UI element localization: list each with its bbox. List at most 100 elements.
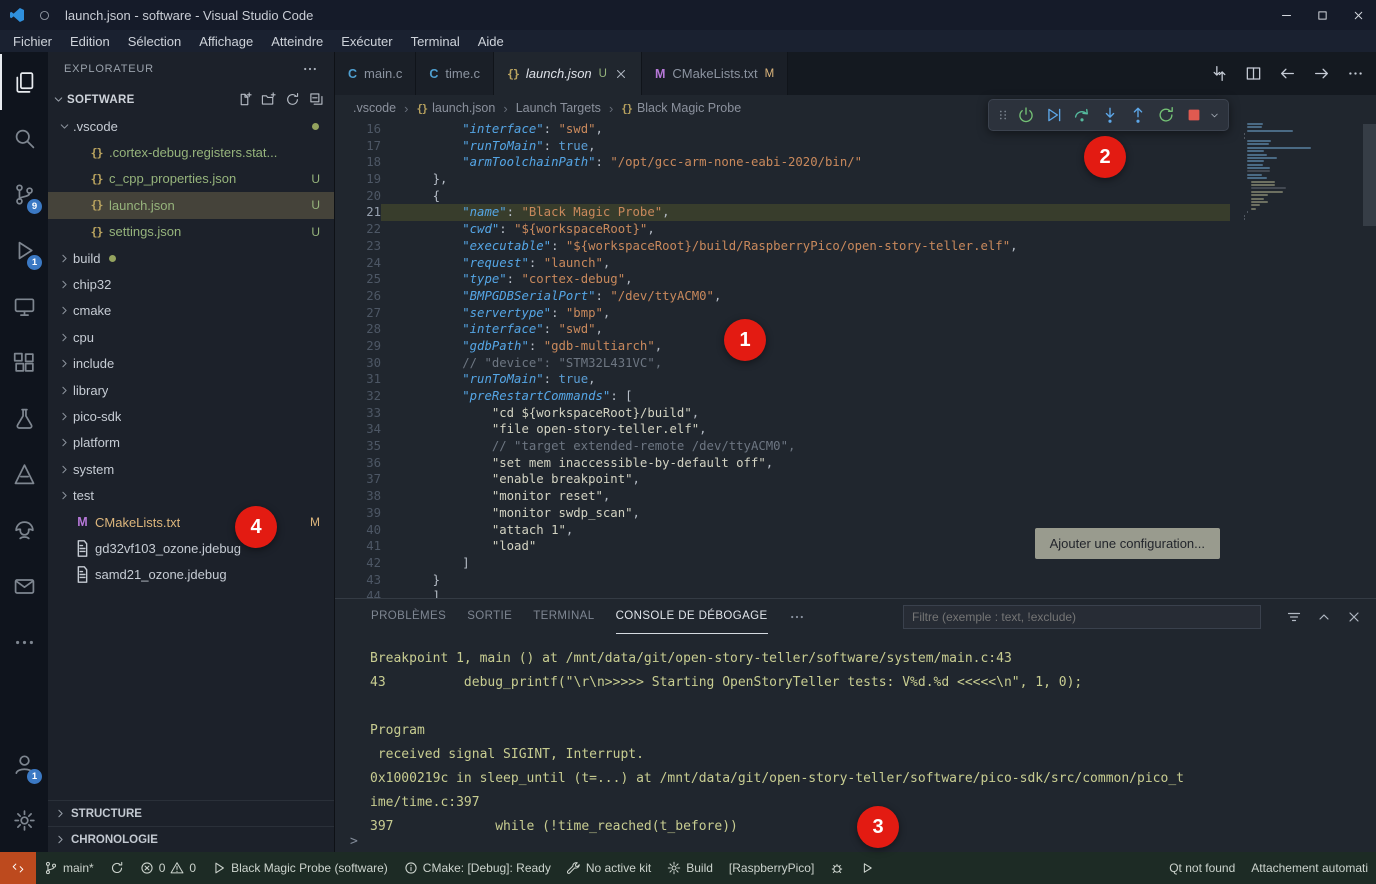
debug-step-into-button[interactable] — [1097, 103, 1123, 127]
menu-atteindre[interactable]: Atteindre — [262, 30, 332, 52]
tree-item-test[interactable]: test — [48, 482, 334, 508]
compare-changes-icon[interactable] — [1211, 65, 1228, 82]
more-editor-actions-icon[interactable] — [1347, 65, 1364, 82]
breadcrumb-vscode[interactable]: .vscode — [353, 101, 396, 115]
activity-accounts[interactable]: 1 — [0, 736, 48, 792]
tree-item-system[interactable]: system — [48, 456, 334, 482]
panel-tab-console-de-debogage[interactable]: CONSOLE DE DÉBOGAGE — [616, 599, 768, 634]
activity-cmake[interactable] — [0, 446, 48, 502]
debug-restart-button[interactable] — [1153, 103, 1179, 127]
menu-aide[interactable]: Aide — [469, 30, 513, 52]
status-cmake-debug[interactable] — [822, 852, 852, 884]
activity-more[interactable] — [0, 614, 48, 670]
console-prompt[interactable]: > — [350, 834, 358, 849]
status-sync[interactable] — [102, 852, 132, 884]
status-branch[interactable]: main* — [36, 852, 102, 884]
close-icon[interactable] — [614, 67, 628, 81]
panel-more-icon[interactable] — [789, 609, 805, 625]
split-editor-icon[interactable] — [1245, 65, 1262, 82]
breadcrumb-black-magic-probe[interactable]: {}Black Magic Probe — [621, 101, 741, 115]
status-auto-attach[interactable]: Attachement automati — [1243, 852, 1376, 884]
status-debug-target[interactable]: Black Magic Probe (software) — [204, 852, 396, 884]
activity-source-control[interactable]: 9 — [0, 166, 48, 222]
code-editor[interactable]: 16 "interface": "swd",17 "runToMain": tr… — [335, 121, 1376, 598]
menu-edition[interactable]: Edition — [61, 30, 119, 52]
maximize-button[interactable] — [1304, 0, 1340, 30]
navigate-back-icon[interactable] — [1279, 65, 1296, 82]
tree-item-launch-json[interactable]: {}launch.jsonU — [48, 192, 334, 218]
close-button[interactable] — [1340, 0, 1376, 30]
activity-testing[interactable] — [0, 390, 48, 446]
tree-item-vscode[interactable]: .vscode — [48, 113, 334, 139]
editor-content[interactable]: 16 "interface": "swd",17 "runToMain": tr… — [335, 121, 1376, 598]
status-qt-status[interactable]: Qt not found — [1161, 852, 1243, 884]
activity-search[interactable] — [0, 110, 48, 166]
tree-item-settings-json[interactable]: {}settings.jsonU — [48, 219, 334, 245]
tree-item-cortex-debug-registers-stat[interactable]: {}.cortex-debug.registers.stat... — [48, 139, 334, 165]
panel-tab-problemes[interactable]: PROBLÈMES — [371, 599, 446, 634]
tree-item-samd21-ozone-jdebug[interactable]: samd21_ozone.jdebug — [48, 562, 334, 588]
activity-extensions[interactable] — [0, 334, 48, 390]
status-active-kit[interactable]: No active kit — [559, 852, 659, 884]
section-chronologie[interactable]: CHRONOLOGIE — [48, 826, 334, 852]
tab-launch-json[interactable]: {}launch.jsonU — [494, 52, 642, 95]
status-build[interactable]: Build — [659, 852, 721, 884]
panel-tab-terminal[interactable]: TERMINAL — [533, 599, 594, 634]
new-folder-icon[interactable] — [261, 92, 276, 107]
debug-console-output[interactable]: Breakpoint 1, main () at /mnt/data/git/o… — [335, 634, 1376, 852]
debug-stop-button[interactable] — [1181, 103, 1207, 127]
debug-continue-button[interactable] — [1041, 103, 1067, 127]
activity-run-debug[interactable]: 1 — [0, 222, 48, 278]
menu-fichier[interactable]: Fichier — [4, 30, 61, 52]
breadcrumb-launch-json[interactable]: {}launch.json — [416, 101, 495, 115]
close-panel-icon[interactable] — [1346, 609, 1362, 625]
activity-settings[interactable] — [0, 792, 48, 848]
breadcrumb-launch-targets[interactable]: Launch Targets — [516, 101, 601, 115]
menu-selection[interactable]: Sélection — [119, 30, 190, 52]
activity-platformio[interactable] — [0, 502, 48, 558]
tree-item-include[interactable]: include — [48, 351, 334, 377]
activity-explorer[interactable] — [0, 54, 48, 110]
tree-item-chip32[interactable]: chip32 — [48, 271, 334, 297]
tab-time-c[interactable]: Ctime.c — [416, 52, 494, 95]
workspace-section-header[interactable]: SOFTWARE — [48, 86, 334, 113]
status-problems[interactable]: 00 — [132, 852, 204, 884]
new-file-icon[interactable] — [237, 92, 252, 107]
status-variant[interactable]: [RaspberryPico] — [721, 852, 822, 884]
tree-item-library[interactable]: library — [48, 377, 334, 403]
tree-item-cmakelists-txt[interactable]: MCMakeLists.txtM — [48, 509, 334, 535]
debug-step-over-button[interactable] — [1069, 103, 1095, 127]
collapse-folders-icon[interactable] — [309, 92, 324, 107]
activity-mail[interactable] — [0, 558, 48, 614]
tab-cmakelists-txt[interactable]: MCMakeLists.txtM — [642, 52, 788, 95]
tab-main-c[interactable]: Cmain.c — [335, 52, 416, 95]
debug-step-out-button[interactable] — [1125, 103, 1151, 127]
section-structure[interactable]: STRUCTURE — [48, 800, 334, 826]
menu-terminal[interactable]: Terminal — [402, 30, 469, 52]
console-lines-icon[interactable] — [1286, 609, 1302, 625]
refresh-explorer-icon[interactable] — [285, 92, 300, 107]
add-configuration-button[interactable]: Ajouter une configuration... — [1035, 528, 1220, 559]
menu-executer[interactable]: Exécuter — [332, 30, 401, 52]
tree-item-c-cpp-properties-json[interactable]: {}c_cpp_properties.jsonU — [48, 166, 334, 192]
console-filter-input[interactable] — [903, 605, 1261, 629]
chevron-down-icon[interactable] — [1209, 110, 1222, 121]
panel-tab-sortie[interactable]: SORTIE — [467, 599, 512, 634]
editor-scrollbar[interactable] — [1363, 124, 1376, 226]
navigate-forward-icon[interactable] — [1313, 65, 1330, 82]
menu-affichage[interactable]: Affichage — [190, 30, 262, 52]
tree-item-gd32vf103-ozone-jdebug[interactable]: gd32vf103_ozone.jdebug — [48, 535, 334, 561]
tree-item-cmake[interactable]: cmake — [48, 298, 334, 324]
minimize-button[interactable] — [1268, 0, 1304, 30]
tree-item-platform[interactable]: platform — [48, 430, 334, 456]
activity-remote-explorer[interactable] — [0, 278, 48, 334]
tree-item-cpu[interactable]: cpu — [48, 324, 334, 350]
grip-handle-icon[interactable] — [995, 108, 1011, 122]
status-cmake-status[interactable]: CMake: [Debug]: Ready — [396, 852, 559, 884]
tree-item-pico-sdk[interactable]: pico-sdk — [48, 403, 334, 429]
sidebar-more-icon[interactable] — [302, 61, 318, 77]
status-cmake-launch[interactable] — [852, 852, 882, 884]
tree-item-build[interactable]: build — [48, 245, 334, 271]
maximize-panel-icon[interactable] — [1316, 609, 1332, 625]
debug-pause-button[interactable] — [1013, 103, 1039, 127]
